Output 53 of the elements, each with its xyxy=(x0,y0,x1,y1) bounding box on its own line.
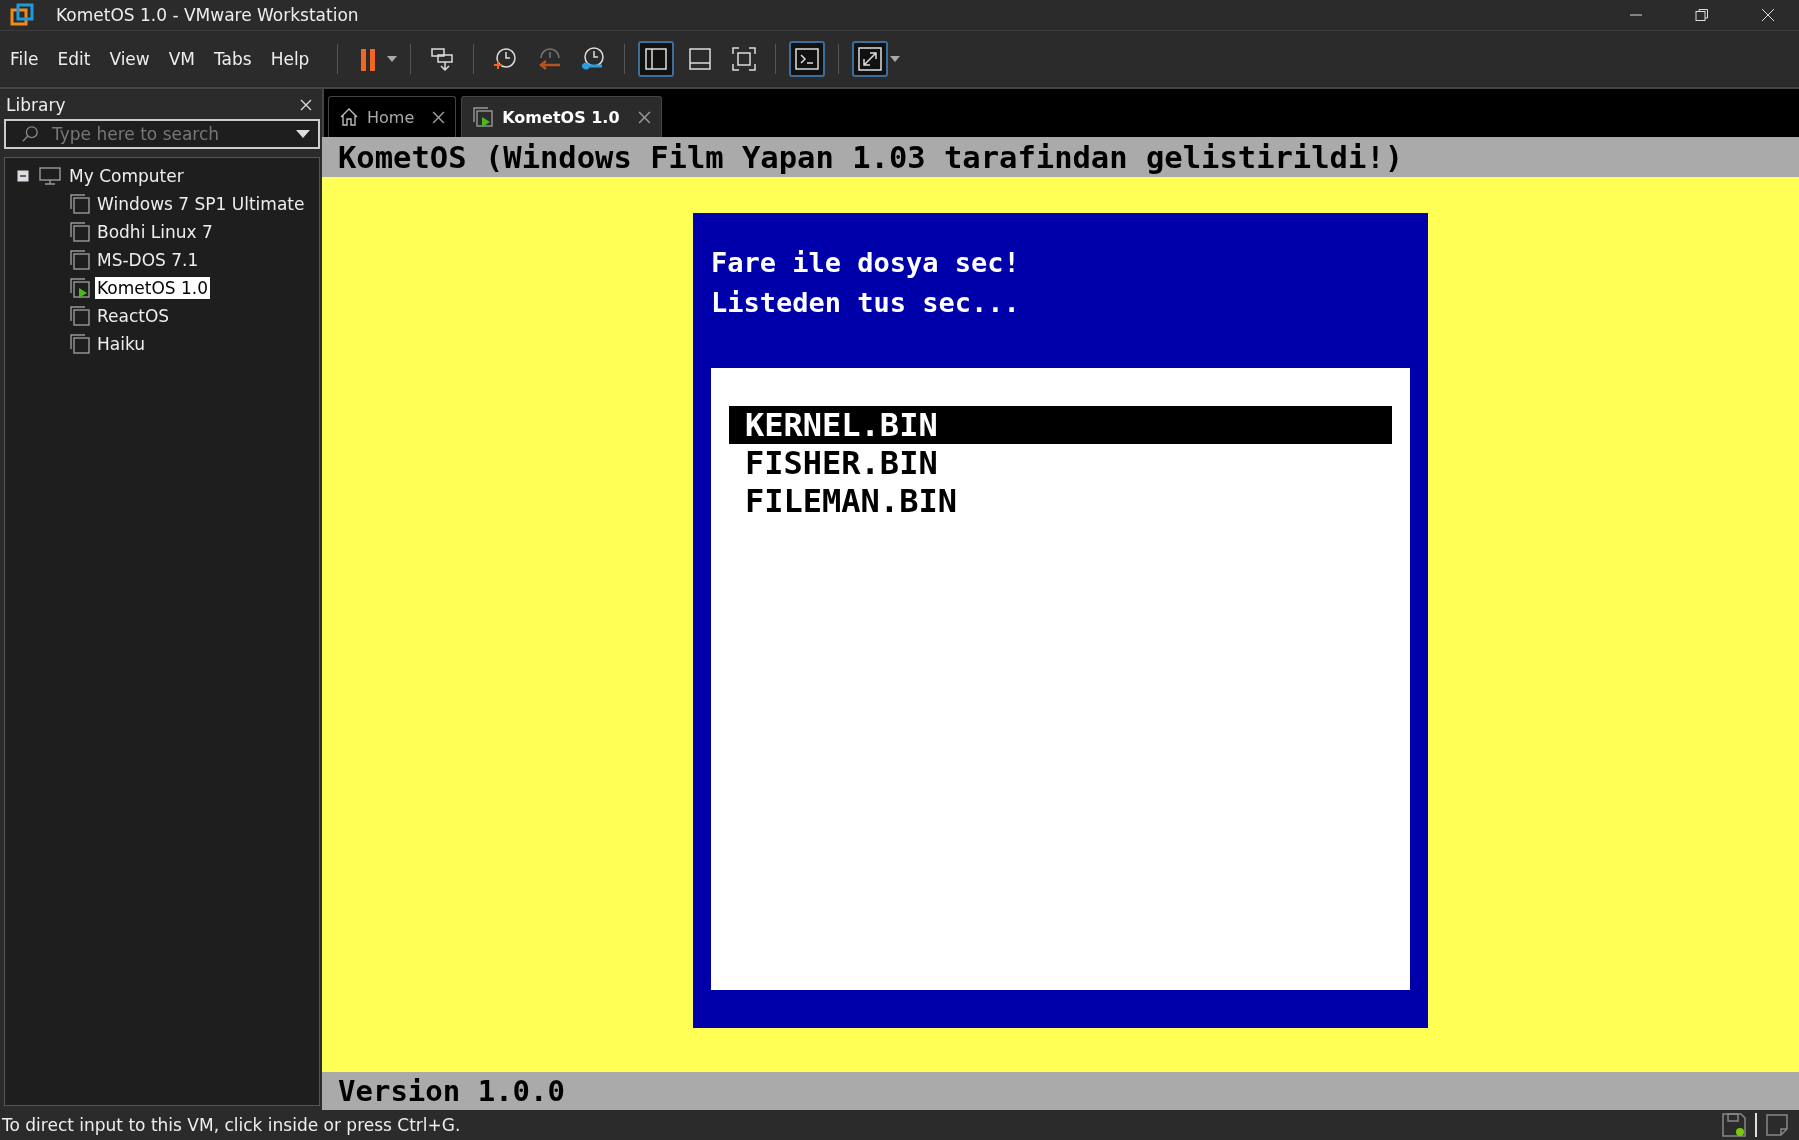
menu-item[interactable]: VM xyxy=(168,49,195,69)
prompt-text: Listeden tus sec... xyxy=(711,286,1021,320)
note-icon[interactable] xyxy=(1765,1113,1789,1137)
header-bar: KometOS (Windows Film Yapan 1.03 tarafindan gelistirildi!) xyxy=(322,137,1799,177)
tab-label: KometOS 1.0 xyxy=(502,107,620,127)
version-bar: Version 1.0.0 xyxy=(322,1072,1799,1110)
bottom-panel-layout-icon xyxy=(687,46,714,72)
caret-icon[interactable] xyxy=(387,56,398,62)
collapse-icon[interactable] xyxy=(17,170,29,182)
status-text: To direct input to this VM, click inside or press Ctrl+G. xyxy=(2,1115,461,1135)
close-icon[interactable] xyxy=(637,110,651,124)
prompt-text: Fare ile dosya sec! xyxy=(711,246,1021,280)
clock-wrench-icon xyxy=(580,46,607,72)
search-input[interactable]: Type here to search xyxy=(50,123,286,145)
stretch-button[interactable] xyxy=(852,41,889,77)
menu-item[interactable]: Help xyxy=(270,49,310,69)
list-entry[interactable]: FILEMAN.BIN xyxy=(729,482,1392,520)
search-field[interactable]: Type here to search xyxy=(4,119,320,149)
restore-icon[interactable] xyxy=(1695,8,1709,22)
computer-icon xyxy=(39,166,61,186)
tree-item[interactable]: MS-DOS 7.1 xyxy=(95,249,201,271)
tab[interactable]: KometOS 1.0 xyxy=(461,96,662,137)
tab[interactable]: Home xyxy=(328,96,457,137)
list-entry[interactable]: KERNEL.BIN xyxy=(729,406,1392,444)
window-title: KometOS 1.0 - VMware Workstation xyxy=(56,5,359,25)
search-icon xyxy=(20,125,40,143)
library-title: Library xyxy=(6,95,66,115)
running-vm-icon xyxy=(472,106,495,128)
tree-item[interactable]: Windows 7 SP1 Ultimate xyxy=(95,193,307,215)
tree-item[interactable]: Bodhi Linux 7 xyxy=(95,221,215,243)
menu-item[interactable]: File xyxy=(10,49,39,69)
tab-label: Home xyxy=(367,107,415,127)
tree-item[interactable]: My Computer xyxy=(67,165,186,187)
tree-item[interactable]: ReactOS xyxy=(95,305,172,327)
menu-item[interactable]: Tabs xyxy=(214,49,252,69)
home-icon xyxy=(339,107,359,127)
stretch-icon xyxy=(857,46,884,72)
sidebar-layout-icon xyxy=(643,46,670,72)
list-entry[interactable]: FISHER.BIN xyxy=(729,444,1392,482)
clock-plus-icon xyxy=(492,46,519,72)
dropdown-icon[interactable] xyxy=(296,130,310,138)
menu-item[interactable]: View xyxy=(109,49,150,69)
keyboard-send-icon xyxy=(429,46,456,72)
library-view-button[interactable] xyxy=(638,41,675,77)
console-button[interactable] xyxy=(789,41,826,77)
caret-icon[interactable] xyxy=(890,56,901,62)
full-screen-icon xyxy=(731,46,758,72)
menu-item[interactable]: Edit xyxy=(57,49,91,69)
tree-item[interactable]: KometOS 1.0 xyxy=(95,277,210,299)
tree-item[interactable]: Haiku xyxy=(95,333,148,355)
app-logo-icon xyxy=(10,3,34,27)
close-icon[interactable] xyxy=(432,110,446,124)
terminal-icon xyxy=(794,46,821,72)
